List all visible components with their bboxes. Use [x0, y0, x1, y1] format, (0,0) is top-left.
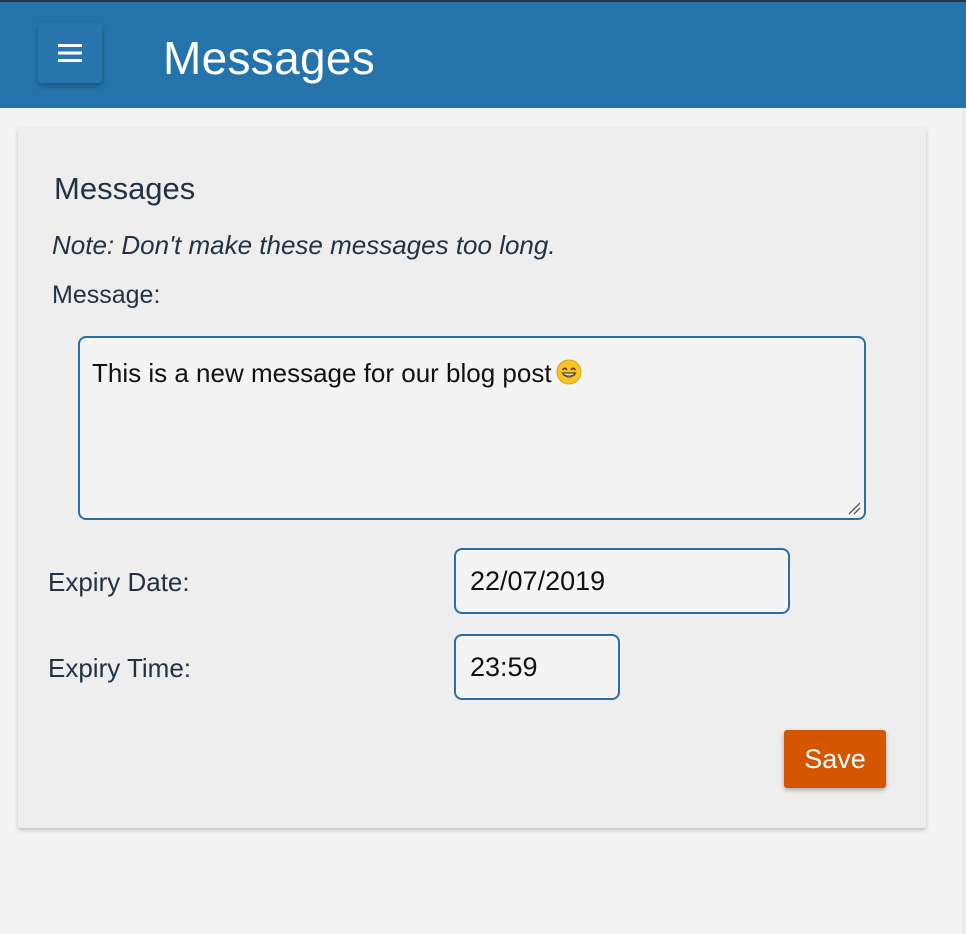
resize-handle-icon[interactable]: [847, 501, 861, 515]
hamburger-menu-icon: [58, 44, 82, 62]
expiry-time-label: Expiry Time:: [48, 653, 192, 683]
expiry-date-input[interactable]: 22/07/2019: [454, 548, 790, 614]
save-button[interactable]: Save: [784, 730, 886, 788]
menu-button[interactable]: [38, 23, 102, 83]
message-label: Message:: [52, 281, 161, 309]
expiry-date-label: Expiry Date:: [48, 567, 190, 597]
message-textarea[interactable]: This is a new message for our blog post: [78, 336, 866, 520]
grinning-face-icon: [556, 359, 582, 393]
message-text: This is a new message for our blog post: [92, 358, 552, 388]
expiry-time-input[interactable]: 23:59: [454, 634, 620, 700]
card-title: Messages: [54, 171, 196, 206]
note-text: Note: Don't make these messages too long…: [52, 230, 556, 260]
scroll-edge: [962, 108, 966, 934]
page-title: Messages: [163, 32, 376, 84]
app-header: Messages: [0, 0, 966, 108]
messages-card: Messages Note: Don't make these messages…: [18, 128, 926, 828]
